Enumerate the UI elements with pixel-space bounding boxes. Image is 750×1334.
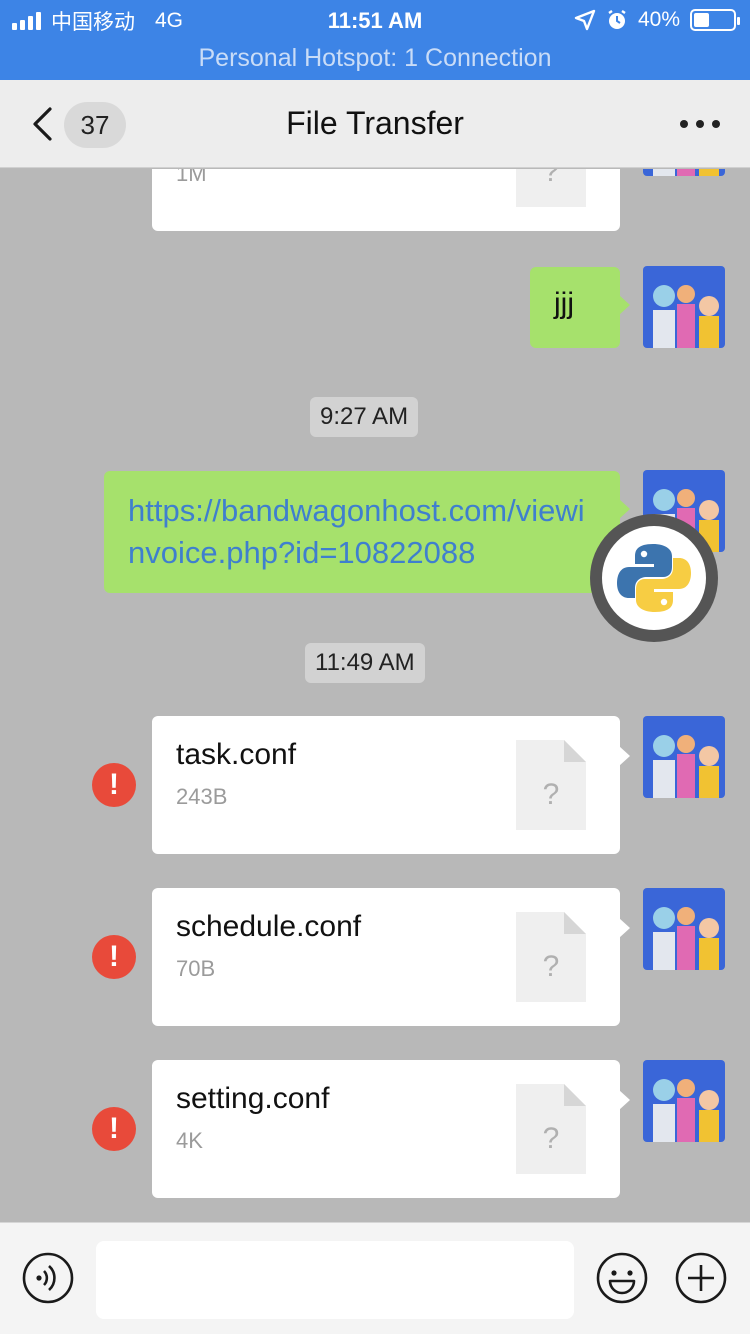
input-bar <box>0 1222 750 1334</box>
timestamp: 11:49 AM <box>305 643 425 683</box>
unknown-file-icon: ? <box>516 740 586 830</box>
file-size: 243B <box>176 784 228 809</box>
send-failed-icon[interactable]: ! <box>92 1107 136 1151</box>
message-input[interactable] <box>96 1241 574 1319</box>
file-size: 4K <box>176 1128 203 1153</box>
emoji-icon[interactable] <box>596 1252 648 1304</box>
file-name: task.conf <box>176 738 297 771</box>
chat-area[interactable]: 1M ? jjj 9:27 AM https://bandwagonhost.c… <box>0 169 750 1222</box>
status-right: 40% <box>574 7 740 33</box>
battery-icon <box>690 9 740 31</box>
file-placeholder-glyph: ? <box>543 950 560 983</box>
message-text: jjj <box>554 287 574 320</box>
alarm-icon <box>608 10 626 29</box>
plus-icon[interactable] <box>675 1252 727 1304</box>
file-placeholder-glyph: ? <box>543 169 560 188</box>
location-arrow-icon <box>574 9 596 31</box>
timestamp: 9:27 AM <box>310 397 419 437</box>
voice-icon[interactable] <box>22 1252 74 1304</box>
message-link[interactable]: https://bandwagonhost.com/viewinvoice.ph… <box>128 490 598 574</box>
avatar[interactable] <box>643 266 725 348</box>
file-placeholder-glyph: ? <box>543 778 560 811</box>
send-failed-icon[interactable]: ! <box>92 763 136 807</box>
avatar[interactable] <box>643 1060 725 1142</box>
file-placeholder-glyph: ? <box>543 1122 560 1155</box>
status-bar: 中国移动 4G 11:51 AM 40% Personal Hotspot: 1… <box>0 0 750 80</box>
file-size: 70B <box>176 956 216 981</box>
file-message[interactable]: schedule.conf 70B ? <box>152 888 630 1026</box>
file-name: setting.conf <box>176 1082 330 1115</box>
file-message[interactable]: 1M ? <box>152 169 620 231</box>
unknown-file-icon: ? <box>516 169 586 207</box>
nav-bar: 37 File Transfer <box>0 80 750 168</box>
unknown-file-icon: ? <box>516 1084 586 1174</box>
file-size: 1M <box>176 169 207 186</box>
file-message[interactable]: setting.conf 4K ? <box>152 1060 630 1198</box>
battery-percent: 40% <box>637 8 680 31</box>
avatar[interactable] <box>643 169 725 176</box>
link-message[interactable]: https://bandwagonhost.com/viewinvoice.ph… <box>104 471 630 593</box>
file-message[interactable]: task.conf 243B ? <box>152 716 630 854</box>
page-title: File Transfer <box>286 105 464 141</box>
more-options-icon[interactable] <box>680 120 720 128</box>
python-logo-icon <box>617 544 691 612</box>
floating-window-button[interactable] <box>590 514 718 642</box>
avatar[interactable] <box>643 888 725 970</box>
send-failed-icon[interactable]: ! <box>92 935 136 979</box>
text-message[interactable]: jjj <box>530 267 630 348</box>
hotspot-banner[interactable]: Personal Hotspot: 1 Connection <box>0 44 750 73</box>
avatar[interactable] <box>643 716 725 798</box>
unknown-file-icon: ? <box>516 912 586 1002</box>
file-name: schedule.conf <box>176 910 362 943</box>
